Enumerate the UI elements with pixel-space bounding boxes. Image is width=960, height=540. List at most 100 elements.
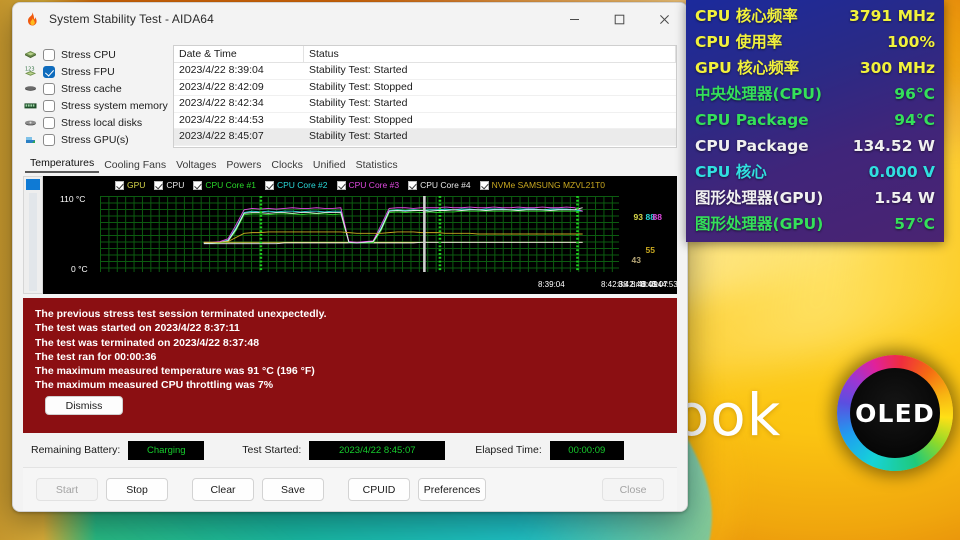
temperature-graph[interactable]: GPU CPU CPU Core #1 CPU Core #2 CPU Core…	[43, 176, 677, 294]
log-cell-datetime: 2023/4/22 8:44:53	[179, 113, 264, 126]
stress-option-memory[interactable]: Stress system memory	[23, 97, 168, 114]
table-row[interactable]: 2023/4/22 8:44:53 Stability Test: Stoppe…	[174, 113, 676, 129]
legend-item-cpu-core-2[interactable]: CPU Core #2	[264, 180, 328, 190]
chart-scrollbar[interactable]	[23, 176, 43, 294]
stress-option-gpu-label: Stress GPU(s)	[61, 133, 129, 146]
close-icon[interactable]	[642, 3, 687, 35]
legend-item-cpu[interactable]: CPU	[154, 180, 184, 190]
test-started-label: Test Started:	[242, 444, 302, 456]
tab-statistics[interactable]: Statistics	[351, 159, 403, 173]
legend-item-cpu-core-4[interactable]: CPU Core #4	[408, 180, 471, 190]
start-button[interactable]: Start	[36, 478, 98, 501]
x-tick-label-5: 8:44:53	[651, 280, 677, 289]
table-row[interactable]: 2023/4/22 8:39:04 Stability Test: Starte…	[174, 63, 676, 80]
preferences-button[interactable]: Preferences	[418, 478, 486, 501]
remaining-battery-value: Charging	[128, 440, 205, 460]
stress-option-memory-checkbox[interactable]	[43, 99, 55, 112]
gpu-icon	[23, 133, 38, 147]
legend-item-cpu-core-3[interactable]: CPU Core #3	[336, 180, 400, 190]
tab-cooling-fans[interactable]: Cooling Fans	[99, 159, 171, 173]
osd-key-cpu-core-voltage: CPU 核心	[695, 163, 767, 181]
osd-key-cpu-package-temp: CPU Package	[695, 111, 809, 129]
chart-end-label-43: 43	[631, 255, 641, 265]
tab-unified[interactable]: Unified	[308, 159, 351, 173]
dismiss-button[interactable]: Dismiss	[45, 396, 123, 415]
legend-label-gpu: GPU	[127, 180, 146, 190]
osd-key-cpu-utilization: CPU 使用率	[695, 33, 783, 51]
table-row[interactable]: 2023/4/22 8:42:09 Stability Test: Stoppe…	[174, 80, 676, 96]
legend-checkbox-cpu-core-4[interactable]	[408, 180, 418, 190]
alert-line-2: The test was terminated on 2023/4/22 8:3…	[35, 336, 260, 349]
legend-checkbox-cpu-core-1[interactable]	[193, 180, 203, 190]
osd-value-gpu-power: 1.54 W	[874, 189, 935, 207]
legend-checkbox-cpu-core-2[interactable]	[264, 180, 274, 190]
window-titlebar[interactable]: System Stability Test - AIDA64	[13, 3, 687, 35]
table-row[interactable]: 2023/4/22 8:42:34 Stability Test: Starte…	[174, 96, 676, 113]
hardware-monitor-osd: CPU 核心频率 3791 MHz CPU 使用率 100% GPU 核心频率 …	[686, 0, 944, 242]
legend-checkbox-gpu[interactable]	[115, 180, 124, 190]
legend-label-cpu-core-3: CPU Core #3	[348, 180, 400, 190]
osd-value-cpu-package-power: 134.52 W	[852, 137, 935, 155]
stress-option-fpu-checkbox[interactable]	[43, 65, 55, 78]
stress-option-disks-checkbox[interactable]	[43, 116, 55, 129]
log-column-status[interactable]: Status	[304, 46, 676, 62]
legend-label-cpu-core-2: CPU Core #2	[276, 180, 328, 190]
chart-scrollbar-thumb[interactable]	[26, 179, 40, 190]
osd-key-cpu-temp: 中央处理器(CPU)	[695, 85, 822, 103]
osd-row-gpu-temp: 图形处理器(GPU) 57°C	[695, 211, 935, 237]
log-cell-status: Stability Test: Started	[309, 97, 408, 109]
cpuid-button[interactable]: CPUID	[348, 478, 410, 501]
stress-option-gpu[interactable]: Stress GPU(s)	[23, 131, 163, 148]
osd-value-cpu-utilization: 100%	[887, 33, 935, 51]
clear-button[interactable]: Clear	[192, 478, 254, 501]
stress-option-gpu-checkbox[interactable]	[43, 133, 55, 146]
tab-voltages[interactable]: Voltages	[171, 159, 221, 173]
stress-option-cache[interactable]: Stress cache	[23, 80, 163, 97]
stress-option-cache-checkbox[interactable]	[43, 82, 55, 95]
tab-powers[interactable]: Powers	[221, 159, 266, 173]
osd-key-gpu-clock: GPU 核心频率	[695, 59, 800, 77]
system-stability-test-window: System Stability Test - AIDA64 Stress CP…	[12, 2, 688, 512]
chart-end-label-55: 55	[645, 245, 655, 255]
event-log-list[interactable]: Date & Time Status 2023/4/22 8:39:04 Sta…	[173, 45, 677, 148]
log-cell-status: Stability Test: Stopped	[309, 80, 413, 93]
tab-temperatures[interactable]: Temperatures	[25, 157, 100, 173]
legend-label-cpu: CPU	[166, 180, 185, 190]
top-section: Stress CPU 123 Stress FPU Stress cache S…	[23, 45, 677, 148]
stop-button[interactable]: Stop	[106, 478, 168, 501]
osd-key-gpu-temp: 图形处理器(GPU)	[695, 215, 824, 233]
legend-checkbox-nvme[interactable]	[479, 180, 489, 190]
minimize-icon[interactable]	[552, 3, 597, 35]
stress-option-cpu-label: Stress CPU	[61, 48, 116, 61]
chart-scrollbar-track[interactable]	[29, 193, 37, 291]
aida64-flame-icon	[24, 11, 40, 27]
stress-option-cpu[interactable]: Stress CPU	[23, 46, 163, 63]
y-axis-max-label: 110 °C	[60, 194, 86, 204]
stress-option-cache-label: Stress cache	[61, 82, 122, 95]
cpu-icon	[23, 48, 38, 62]
alert-line-0: The previous stress test session termina…	[35, 308, 327, 320]
log-header-row: Date & Time Status	[174, 46, 676, 63]
legend-checkbox-cpu-core-3[interactable]	[336, 180, 346, 190]
osd-row-gpu-clock: GPU 核心频率 300 MHz	[695, 55, 935, 81]
stress-option-fpu[interactable]: 123 Stress FPU	[23, 63, 163, 80]
osd-value-gpu-temp: 57°C	[894, 215, 935, 233]
alert-line-1: The test was started on 2023/4/22 8:37:1…	[35, 322, 240, 335]
alert-line-4: The maximum measured temperature was 91 …	[35, 365, 315, 378]
stress-option-cpu-checkbox[interactable]	[43, 48, 55, 61]
elapsed-time-label: Elapsed Time:	[475, 444, 542, 456]
legend-item-gpu[interactable]: GPU	[115, 180, 145, 190]
maximize-icon[interactable]	[597, 3, 642, 35]
legend-checkbox-cpu[interactable]	[154, 180, 164, 190]
save-button[interactable]: Save	[262, 478, 324, 501]
tab-clocks[interactable]: Clocks	[266, 159, 308, 173]
status-row: Remaining Battery: Charging Test Started…	[23, 433, 677, 467]
remaining-battery-label: Remaining Battery:	[31, 444, 121, 456]
log-column-datetime[interactable]: Date & Time	[174, 46, 304, 62]
table-row[interactable]: 2023/4/22 8:45:07 Stability Test: Starte…	[174, 129, 676, 146]
close-button[interactable]: Close	[602, 478, 664, 501]
stress-option-disks[interactable]: Stress local disks	[23, 114, 163, 131]
window-body: Stress CPU 123 Stress FPU Stress cache S…	[13, 35, 687, 511]
legend-item-nvme[interactable]: NVMe SAMSUNG MZVL21T0	[479, 180, 605, 190]
legend-item-cpu-core-1[interactable]: CPU Core #1	[193, 180, 256, 190]
